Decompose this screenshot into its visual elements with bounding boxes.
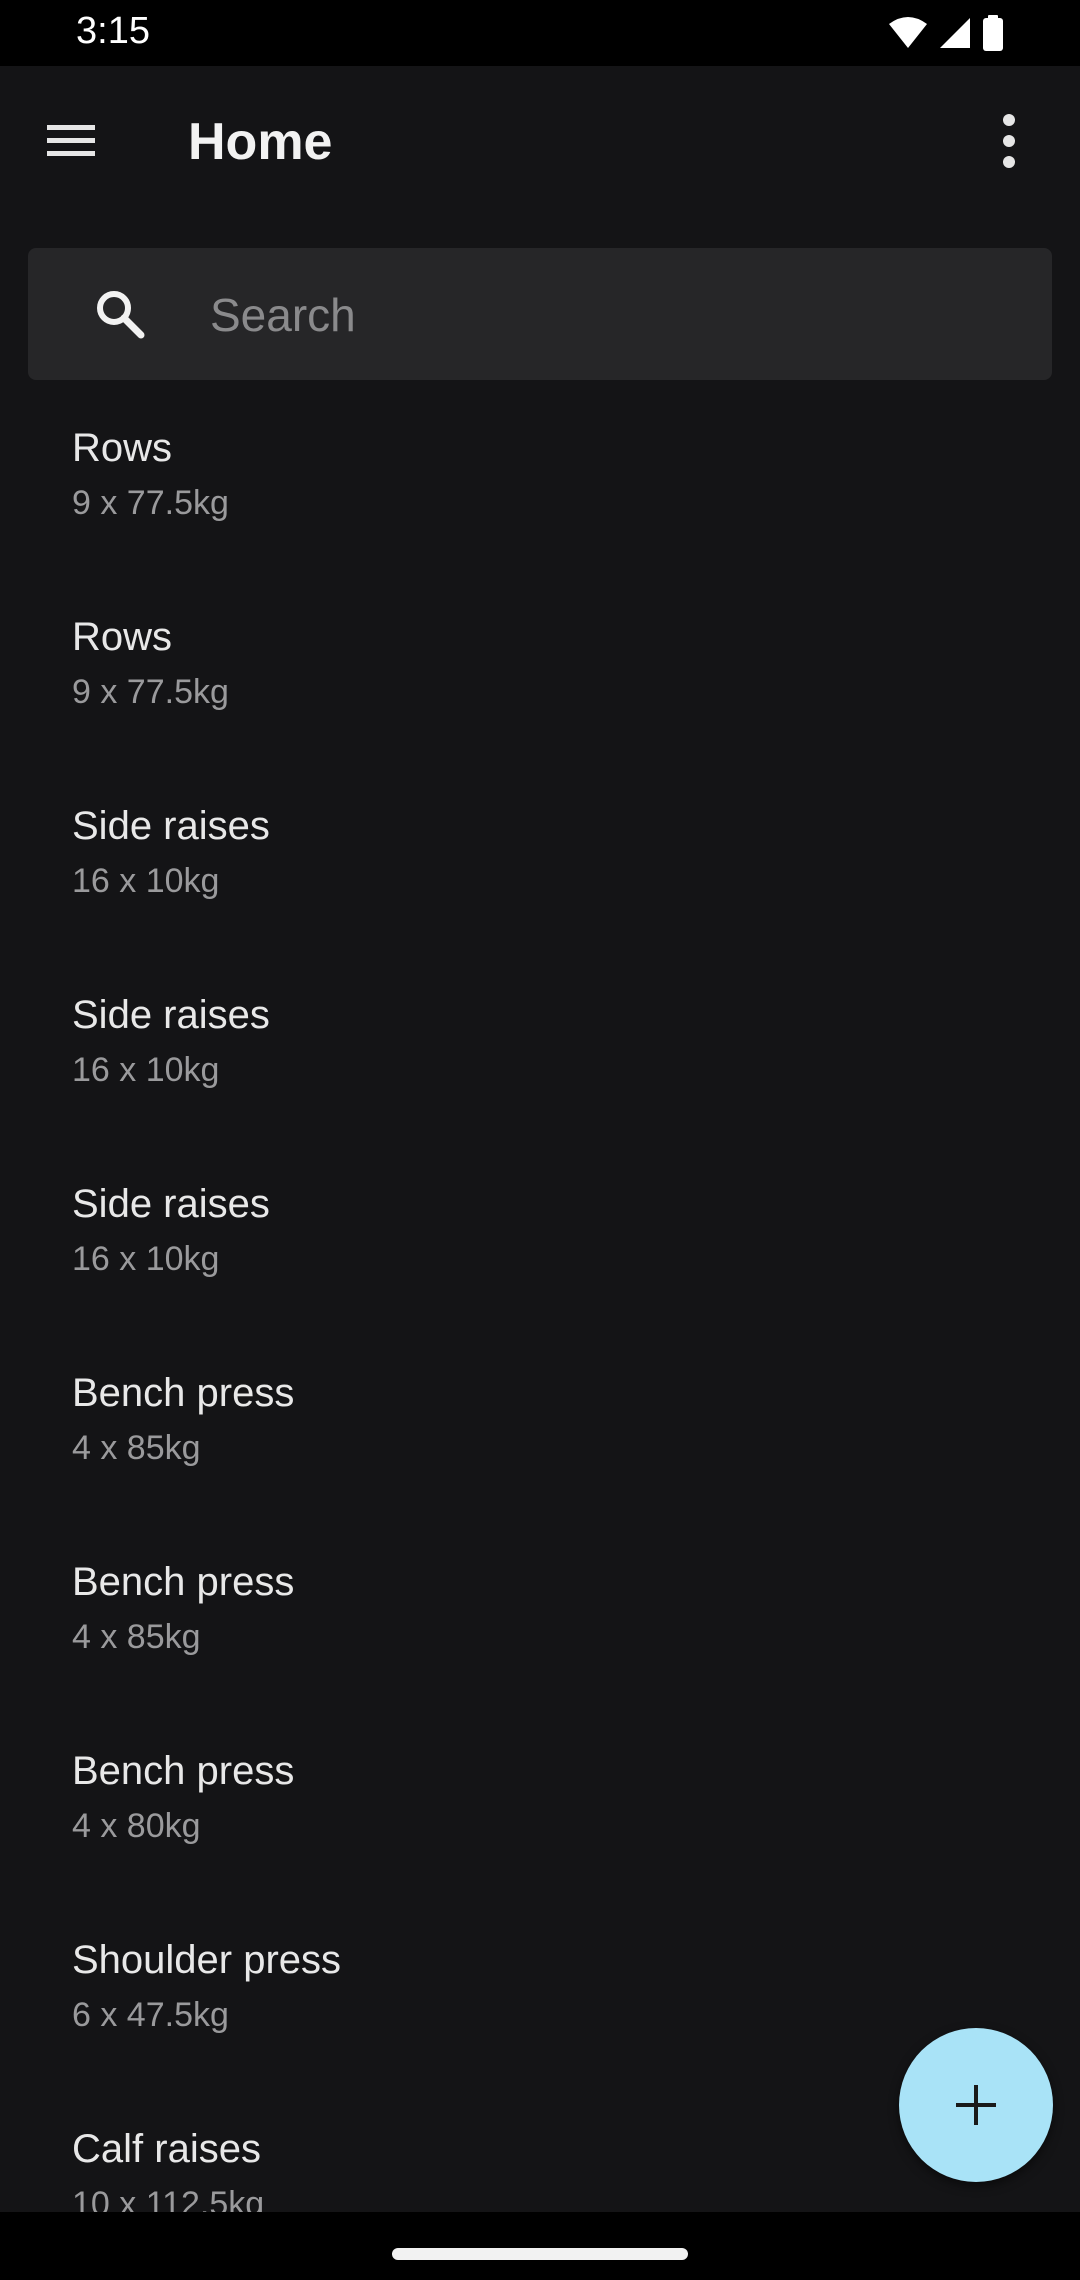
exercise-name: Bench press bbox=[72, 1560, 295, 1604]
exercise-detail: 10 x 112.5kg bbox=[72, 2185, 265, 2212]
hamburger-menu-icon[interactable] bbox=[36, 106, 106, 176]
list-item[interactable]: Side raises 16 x 10kg bbox=[0, 1156, 1080, 1345]
list-item[interactable]: Side raises 16 x 10kg bbox=[0, 778, 1080, 967]
battery-icon bbox=[983, 15, 1003, 51]
more-vertical-icon[interactable] bbox=[974, 106, 1044, 176]
app-bar: Home bbox=[0, 66, 1080, 226]
exercise-detail: 16 x 10kg bbox=[72, 1240, 220, 1278]
status-bar: 3:15 bbox=[0, 0, 1080, 66]
list-item[interactable]: Rows 9 x 77.5kg bbox=[0, 589, 1080, 778]
exercise-detail: 6 x 47.5kg bbox=[72, 1996, 229, 2034]
exercise-detail: 9 x 77.5kg bbox=[72, 673, 229, 711]
search-input[interactable] bbox=[208, 278, 1012, 352]
exercise-name: Bench press bbox=[72, 1749, 295, 1793]
exercise-detail: 16 x 10kg bbox=[72, 862, 220, 900]
page-title: Home bbox=[188, 113, 333, 171]
home-gesture-handle[interactable] bbox=[392, 2248, 688, 2260]
wifi-icon bbox=[889, 17, 927, 48]
search-bar[interactable] bbox=[28, 248, 1052, 380]
list-item[interactable]: Bench press 4 x 85kg bbox=[0, 1345, 1080, 1534]
exercise-name: Rows bbox=[72, 426, 173, 470]
exercise-name: Side raises bbox=[72, 993, 270, 1037]
list-item[interactable]: Bench press 4 x 80kg bbox=[0, 1723, 1080, 1912]
exercise-detail: 4 x 80kg bbox=[72, 1807, 201, 1845]
status-time: 3:15 bbox=[76, 10, 150, 52]
exercise-name: Bench press bbox=[72, 1371, 295, 1415]
exercise-name: Side raises bbox=[72, 804, 270, 848]
status-icons bbox=[888, 14, 1004, 52]
navigation-bar bbox=[0, 2212, 1080, 2280]
cellular-signal-icon bbox=[940, 18, 970, 48]
plus-icon bbox=[956, 2085, 996, 2125]
exercise-name: Calf raises bbox=[72, 2127, 261, 2171]
list-item[interactable]: Bench press 4 x 85kg bbox=[0, 1534, 1080, 1723]
exercise-name: Rows bbox=[72, 615, 173, 659]
exercise-detail: 4 x 85kg bbox=[72, 1618, 201, 1656]
list-item[interactable]: Rows 9 x 77.5kg bbox=[0, 400, 1080, 589]
screen: 3:15 Home Search Rows 9 x 77.5kg Rows 9 … bbox=[0, 0, 1080, 2280]
add-button[interactable] bbox=[899, 2028, 1053, 2182]
exercise-detail: 9 x 77.5kg bbox=[72, 484, 229, 522]
exercise-detail: 4 x 85kg bbox=[72, 1429, 201, 1467]
exercise-name: Shoulder press bbox=[72, 1938, 342, 1982]
list-item[interactable]: Side raises 16 x 10kg bbox=[0, 967, 1080, 1156]
search-icon bbox=[97, 291, 145, 339]
exercise-detail: 16 x 10kg bbox=[72, 1051, 220, 1089]
exercise-list: Rows 9 x 77.5kg Rows 9 x 77.5kg Side rai… bbox=[0, 400, 1080, 2212]
exercise-name: Side raises bbox=[72, 1182, 270, 1226]
